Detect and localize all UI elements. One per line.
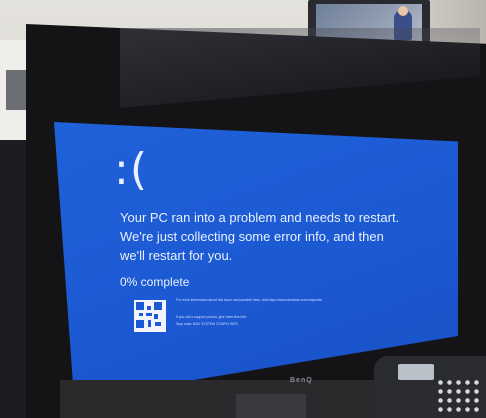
- tv-person-head: [398, 6, 408, 16]
- monitor-brand-logo: BenQ: [290, 377, 313, 384]
- monitor-stand: [236, 394, 306, 418]
- stop-code-text: Stop code: BAD SYSTEM CONFIG INFO: [176, 322, 239, 326]
- error-message: Your PC ran into a problem and needs to …: [120, 210, 400, 263]
- sad-face-emoticon: :(: [114, 144, 148, 195]
- shelf-item: [6, 70, 26, 110]
- progress-text: 0% complete: [120, 275, 190, 289]
- support-text: If you call a support person, give them …: [176, 315, 247, 319]
- photo-scene: :( Your PC ran into a problem and needs …: [0, 0, 486, 418]
- desk-phone-keypad: [436, 378, 480, 414]
- desk-phone-display: [398, 364, 434, 380]
- qr-code-icon: [134, 300, 166, 332]
- more-info-text: For more information about this issue an…: [176, 298, 322, 302]
